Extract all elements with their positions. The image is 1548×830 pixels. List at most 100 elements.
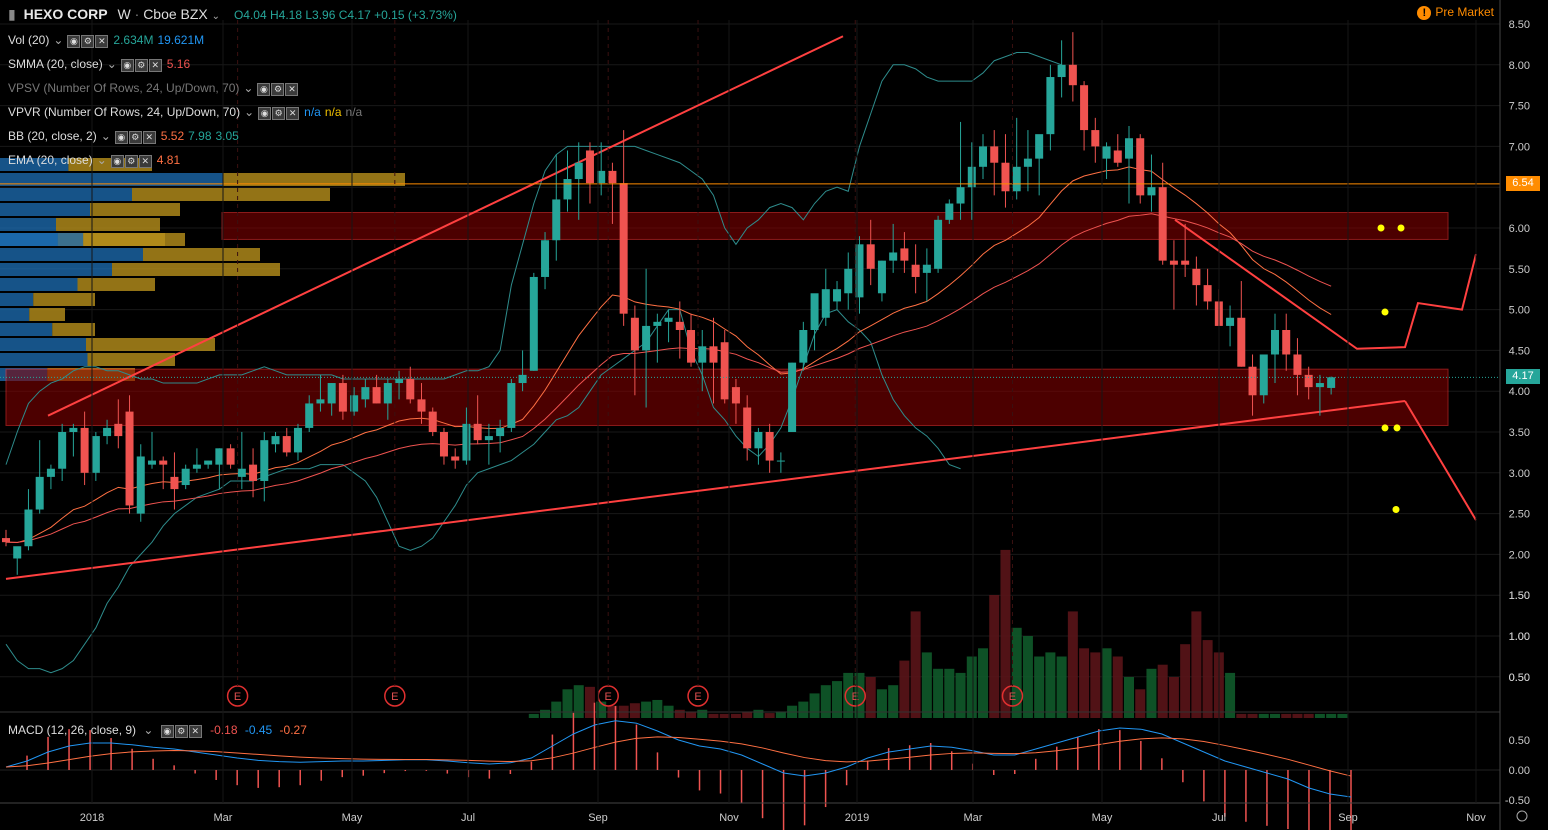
volume-tick-label: 1.50 <box>1509 590 1530 602</box>
candle-body <box>439 432 448 457</box>
chevron-down-icon[interactable]: ⌄ <box>53 33 63 47</box>
chevron-down-icon[interactable]: ⌄ <box>101 129 111 143</box>
eye-icon[interactable]: ◉ <box>120 59 134 73</box>
time-tick-label: Jul <box>1212 812 1226 824</box>
close-icon[interactable]: ✕ <box>95 35 109 49</box>
indicator-controls[interactable]: ◉ ⚙ ✕ <box>114 129 157 145</box>
candle-body <box>1304 374 1313 388</box>
collapse-icon[interactable]: ▮ <box>8 6 16 22</box>
earnings-label: E <box>605 691 612 703</box>
close-icon[interactable]: ✕ <box>286 107 300 121</box>
volume-profile-up <box>0 203 90 216</box>
candle-body <box>260 440 269 481</box>
time-tick-label: Sep <box>588 812 608 824</box>
pre-market-badge[interactable]: ! Pre Market <box>1417 5 1494 20</box>
gear-icon[interactable]: ⚙ <box>272 107 286 121</box>
close-icon[interactable]: ✕ <box>148 59 162 73</box>
eye-icon[interactable]: ◉ <box>114 131 128 145</box>
earnings-label: E <box>391 691 398 703</box>
candle-body <box>462 423 471 461</box>
indicator-name[interactable]: BB (20, close, 2) <box>8 129 97 143</box>
candle-body <box>1293 354 1302 375</box>
ohlc-high: H4.18 <box>270 8 303 22</box>
volume-profile-down <box>87 353 175 366</box>
volume-tick-label: 0.50 <box>1509 672 1530 684</box>
indicator-controls[interactable]: ◉ ⚙ ✕ <box>258 105 300 121</box>
close-icon[interactable]: ✕ <box>285 83 299 97</box>
interval-label[interactable]: W <box>118 6 131 22</box>
gear-icon[interactable]: ⚙ <box>128 131 142 145</box>
exchange-label[interactable]: Cboe BZX <box>143 6 208 22</box>
gear-icon[interactable]: ⚙ <box>271 83 285 97</box>
gear-icon[interactable]: ⚙ <box>124 155 138 169</box>
indicator-legend-row[interactable]: Vol (20) ⌄ ◉ ⚙ ✕ 2.634M 19.621M <box>8 33 208 49</box>
symbol-header[interactable]: ▮ HEXO CORP W · Cboe BZX ⌄ O4.04 H4.18 L… <box>8 6 457 23</box>
price-change: +0.15 (+3.73%) <box>374 8 457 22</box>
candle-body <box>1136 138 1145 196</box>
indicator-controls[interactable]: ◉ ⚙ ✕ <box>160 723 203 739</box>
candle-body <box>889 252 898 261</box>
macd-tick-label: 0.00 <box>1509 765 1530 777</box>
indicator-name[interactable]: Vol (20) <box>8 33 49 47</box>
indicator-controls[interactable]: ◉ ⚙ ✕ <box>257 81 299 97</box>
volume-profile-up <box>0 353 88 366</box>
time-tick-label: May <box>342 812 363 824</box>
chevron-down-icon[interactable]: ⌄ <box>107 57 117 71</box>
earnings-label: E <box>852 691 859 703</box>
eye-icon[interactable]: ◉ <box>67 35 81 49</box>
indicator-name[interactable]: SMMA (20, close) <box>8 57 103 71</box>
candle-body <box>754 432 763 449</box>
macd-tick-label: 0.50 <box>1509 735 1530 747</box>
indicator-legend-row[interactable]: SMMA (20, close) ⌄ ◉ ⚙ ✕ 5.16 <box>8 57 194 73</box>
candle-body <box>877 260 886 294</box>
indicator-legend-row[interactable]: VPVR (Number Of Rows, 24, Up/Down, 70) ⌄ ◉… <box>8 105 366 121</box>
price-chart[interactable]: EEEEEE8.508.007.507.006.506.005.505.004.… <box>0 0 1548 830</box>
gear-icon[interactable]: ⚙ <box>81 35 95 49</box>
volume-bar <box>1314 713 1325 718</box>
close-icon[interactable]: ✕ <box>142 131 156 145</box>
chevron-down-icon[interactable]: ⌄ <box>212 11 220 22</box>
indicator-controls[interactable]: ◉ ⚙ ✕ <box>67 33 109 49</box>
macd-legend[interactable]: MACD (12, 26, close, 9) ⌄ ◉ ⚙ ✕ -0.18 -0.4… <box>8 723 311 739</box>
symbol-name[interactable]: HEXO CORP <box>24 6 108 22</box>
volume-bar <box>899 660 910 718</box>
macd-name[interactable]: MACD (12, 26, close, 9) <box>8 723 136 737</box>
macd-value-3: -0.27 <box>279 723 307 737</box>
price-tick-label: 8.50 <box>1509 19 1530 31</box>
candle-body <box>687 330 696 363</box>
eye-icon[interactable]: ◉ <box>258 107 272 121</box>
volume-bar <box>1157 664 1168 718</box>
indicator-legend-row[interactable]: VPSV (Number Of Rows, 24, Up/Down, 70) ⌄ ◉… <box>8 81 303 97</box>
marker-dot <box>1397 224 1405 232</box>
chevron-down-icon[interactable]: ⌄ <box>244 105 254 119</box>
volume-bar <box>584 686 595 718</box>
indicator-name[interactable]: VPVR (Number Of Rows, 24, Up/Down, 70) <box>8 105 240 119</box>
candle-body <box>1046 77 1055 135</box>
indicator-legend-row[interactable]: EMA (20, close) ⌄ ◉ ⚙ ✕ 4.81 <box>8 153 184 169</box>
close-icon[interactable]: ✕ <box>138 155 152 169</box>
candle-body <box>1158 187 1167 261</box>
gear-icon[interactable]: ⚙ <box>134 59 148 73</box>
indicator-name[interactable]: EMA (20, close) <box>8 153 93 167</box>
chevron-down-icon[interactable]: ⌄ <box>143 723 153 737</box>
chevron-down-icon[interactable]: ⌄ <box>97 153 107 167</box>
eye-icon[interactable]: ◉ <box>110 155 124 169</box>
volume-bar <box>944 668 955 718</box>
candle-body <box>1012 166 1021 192</box>
marker-dot <box>1377 224 1385 232</box>
indicator-name[interactable]: VPSV (Number Of Rows, 24, Up/Down, 70) <box>8 81 239 95</box>
indicator-controls[interactable]: ◉ ⚙ ✕ <box>120 57 163 73</box>
indicator-legend-row[interactable]: BB (20, close, 2) ⌄ ◉ ⚙ ✕ 5.52 7.98 3.05 <box>8 129 243 145</box>
price-tick-label: 6.00 <box>1509 223 1530 235</box>
volume-profile-up <box>0 338 86 351</box>
volume-bar <box>1326 713 1337 718</box>
volume-profile-down <box>33 293 95 306</box>
indicator-controls[interactable]: ◉ ⚙ ✕ <box>110 153 153 169</box>
candle-body <box>372 387 381 404</box>
volume-bar <box>1112 656 1123 718</box>
chevron-down-icon[interactable]: ⌄ <box>243 81 253 95</box>
eye-icon[interactable]: ◉ <box>257 83 271 97</box>
volume-profile-down <box>52 323 95 336</box>
volume-bar <box>910 611 921 718</box>
candle-body <box>147 460 156 465</box>
